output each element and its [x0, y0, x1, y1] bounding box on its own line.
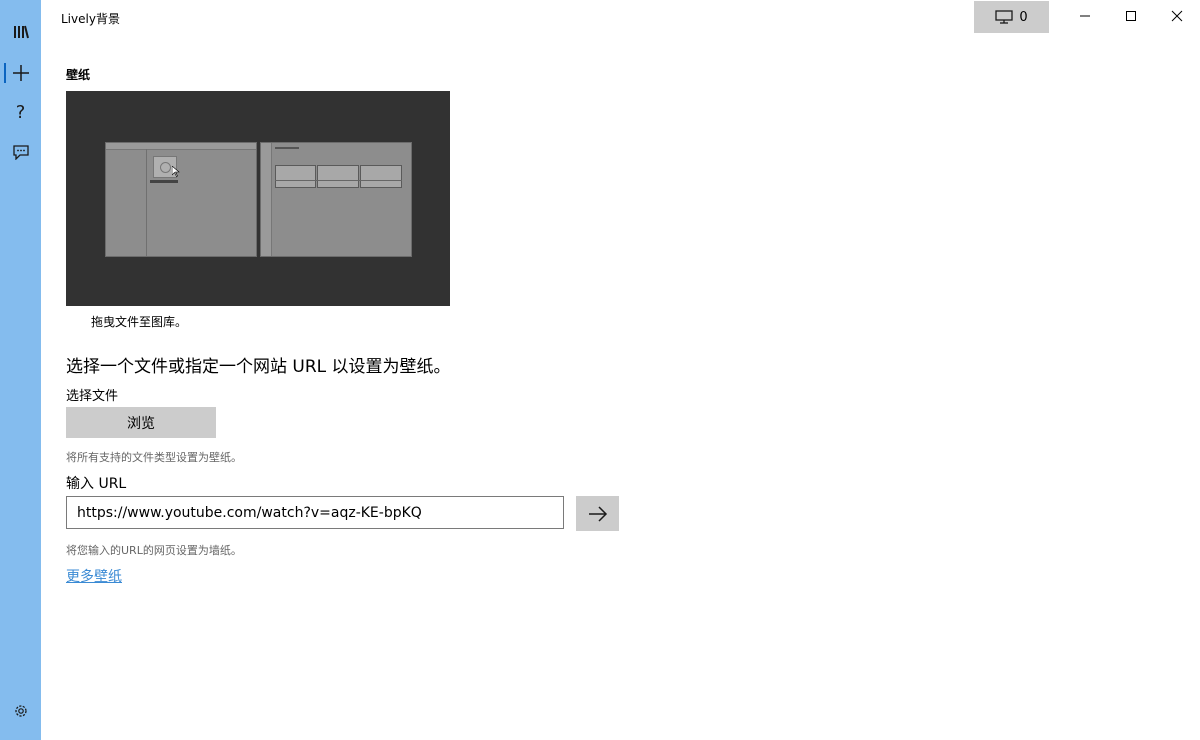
- url-input[interactable]: https://www.youtube.com/watch?v=aqz-KE-b…: [66, 496, 564, 529]
- submit-url-button[interactable]: [576, 496, 619, 531]
- sidebar-item-library[interactable]: [0, 14, 41, 50]
- preview-lively-window: [260, 142, 412, 257]
- sidebar-item-feedback[interactable]: [0, 134, 41, 170]
- maximize-button[interactable]: [1108, 0, 1154, 32]
- feedback-icon: [12, 144, 29, 160]
- cursor-icon: [172, 166, 180, 177]
- drag-drop-preview-image: [66, 91, 450, 306]
- instruction-heading: 选择一个文件或指定一个网站 URL 以设置为壁纸。: [66, 357, 451, 377]
- window-title: Lively背景: [61, 12, 120, 26]
- sidebar: ?: [0, 0, 41, 740]
- more-wallpapers-link[interactable]: 更多壁纸: [66, 566, 122, 586]
- choose-file-label: 选择文件: [66, 389, 119, 404]
- sidebar-item-add[interactable]: [0, 55, 41, 91]
- arrow-right-icon: [588, 505, 607, 522]
- gear-icon: [14, 705, 27, 717]
- preview-caption: 拖曳文件至图库。: [91, 315, 188, 329]
- minimize-button[interactable]: [1062, 0, 1108, 32]
- maximize-icon: [1126, 11, 1136, 21]
- add-icon: [12, 65, 29, 81]
- preview-explorer-window: [105, 142, 257, 257]
- url-label: 输入 URL: [66, 476, 127, 492]
- screen-select-button[interactable]: 0: [974, 1, 1049, 33]
- library-icon: [13, 25, 29, 39]
- file-hint: 将所有支持的文件类型设置为壁纸。: [66, 451, 242, 464]
- browse-button[interactable]: 浏览: [66, 407, 216, 438]
- sidebar-item-settings[interactable]: [0, 693, 41, 729]
- screen-count: 0: [1019, 9, 1028, 25]
- close-icon: [1171, 10, 1183, 22]
- monitor-icon: [995, 10, 1014, 24]
- title-bar: Lively背景 0: [41, 0, 1200, 34]
- help-icon: ?: [15, 101, 26, 123]
- minimize-icon: [1080, 15, 1090, 17]
- url-hint: 将您输入的URL的网页设置为墙纸。: [66, 544, 242, 557]
- sidebar-item-help[interactable]: ?: [0, 94, 41, 130]
- close-button[interactable]: [1154, 0, 1200, 32]
- section-title: 壁纸: [66, 68, 91, 82]
